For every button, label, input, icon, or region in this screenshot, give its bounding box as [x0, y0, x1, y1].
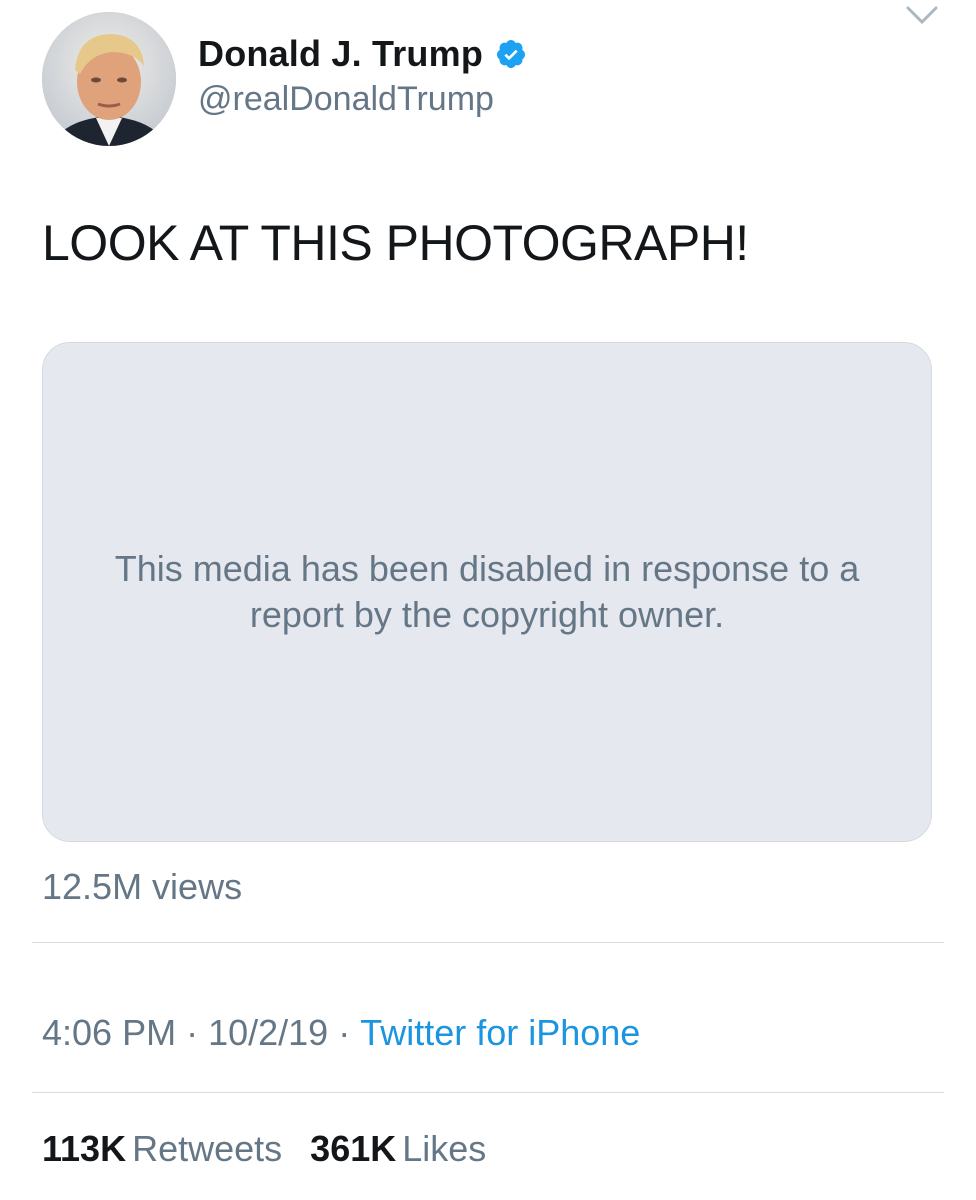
- meta-separator: ·: [338, 1012, 351, 1053]
- avatar[interactable]: [42, 12, 176, 146]
- media-disabled-message: This media has been disabled in response…: [114, 548, 860, 635]
- retweets-label: Retweets: [132, 1128, 283, 1169]
- divider: [32, 1092, 944, 1093]
- meta-separator: ·: [186, 1012, 199, 1053]
- user-identity: Donald J. Trump @realDonaldTrump: [198, 32, 527, 119]
- chevron-down-icon[interactable]: [902, 0, 942, 30]
- tweet-time[interactable]: 4:06 PM: [42, 1012, 176, 1053]
- likes-stat[interactable]: 361K Likes: [310, 1128, 486, 1170]
- view-count: 12.5M views: [42, 866, 243, 907]
- tweet-meta: 4:06 PM · 10/2/19 · Twitter for iPhone: [42, 1012, 640, 1054]
- display-name[interactable]: Donald J. Trump: [198, 33, 483, 75]
- likes-count: 361K: [310, 1128, 397, 1169]
- likes-label: Likes: [402, 1128, 487, 1169]
- tweet-header: Donald J. Trump @realDonaldTrump: [42, 6, 942, 146]
- verified-badge-icon: [495, 38, 527, 70]
- retweets-count: 113K: [42, 1128, 127, 1169]
- display-name-row: Donald J. Trump: [198, 32, 527, 76]
- tweet-text: LOOK AT THIS PHOTOGRAPH!: [42, 215, 749, 271]
- tweet-date[interactable]: 10/2/19: [208, 1012, 328, 1053]
- disabled-media-placeholder: This media has been disabled in response…: [42, 342, 932, 842]
- retweets-stat[interactable]: 113K Retweets: [42, 1128, 282, 1170]
- tweet-source-link[interactable]: Twitter for iPhone: [360, 1012, 640, 1053]
- user-handle[interactable]: @realDonaldTrump: [198, 80, 527, 119]
- divider: [32, 942, 944, 943]
- engagement-stats: 113K Retweets 361K Likes: [42, 1128, 504, 1170]
- avatar-image: [42, 12, 176, 146]
